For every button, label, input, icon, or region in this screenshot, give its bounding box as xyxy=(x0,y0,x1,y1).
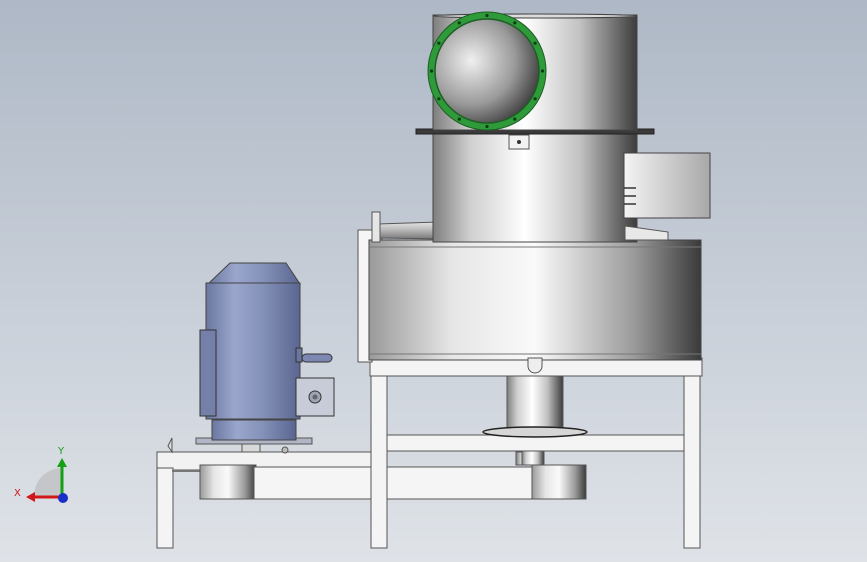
machine-assembly-model[interactable]: X Y xyxy=(0,0,867,562)
cad-3d-viewport[interactable]: X Y xyxy=(0,0,867,562)
bolt-hole xyxy=(485,13,489,18)
inlet-opening[interactable] xyxy=(427,11,547,131)
z-axis-dot xyxy=(58,493,68,503)
bolt-hole xyxy=(429,69,434,73)
bolt-hole xyxy=(437,97,441,101)
bolt-hole xyxy=(513,21,517,25)
drive-shaft[interactable] xyxy=(482,375,588,466)
y-axis-label: Y xyxy=(57,446,65,457)
bolt-hole xyxy=(457,21,461,25)
y-arrowhead-icon xyxy=(57,458,67,467)
bolt-hole xyxy=(437,41,441,45)
grinding-chamber[interactable] xyxy=(368,239,702,374)
bolt-hole xyxy=(513,117,517,121)
x-axis-label: X xyxy=(14,488,21,499)
bolt-hole xyxy=(533,97,537,101)
bolt-hole xyxy=(540,69,545,73)
bolt-hole xyxy=(457,117,461,121)
x-arrowhead-icon xyxy=(26,492,35,502)
electric-motor[interactable] xyxy=(195,262,335,454)
coordinate-triad[interactable]: X Y xyxy=(14,446,68,503)
bolt-hole xyxy=(485,124,489,129)
junction-box[interactable] xyxy=(623,152,711,219)
bolt-hole xyxy=(533,41,537,45)
